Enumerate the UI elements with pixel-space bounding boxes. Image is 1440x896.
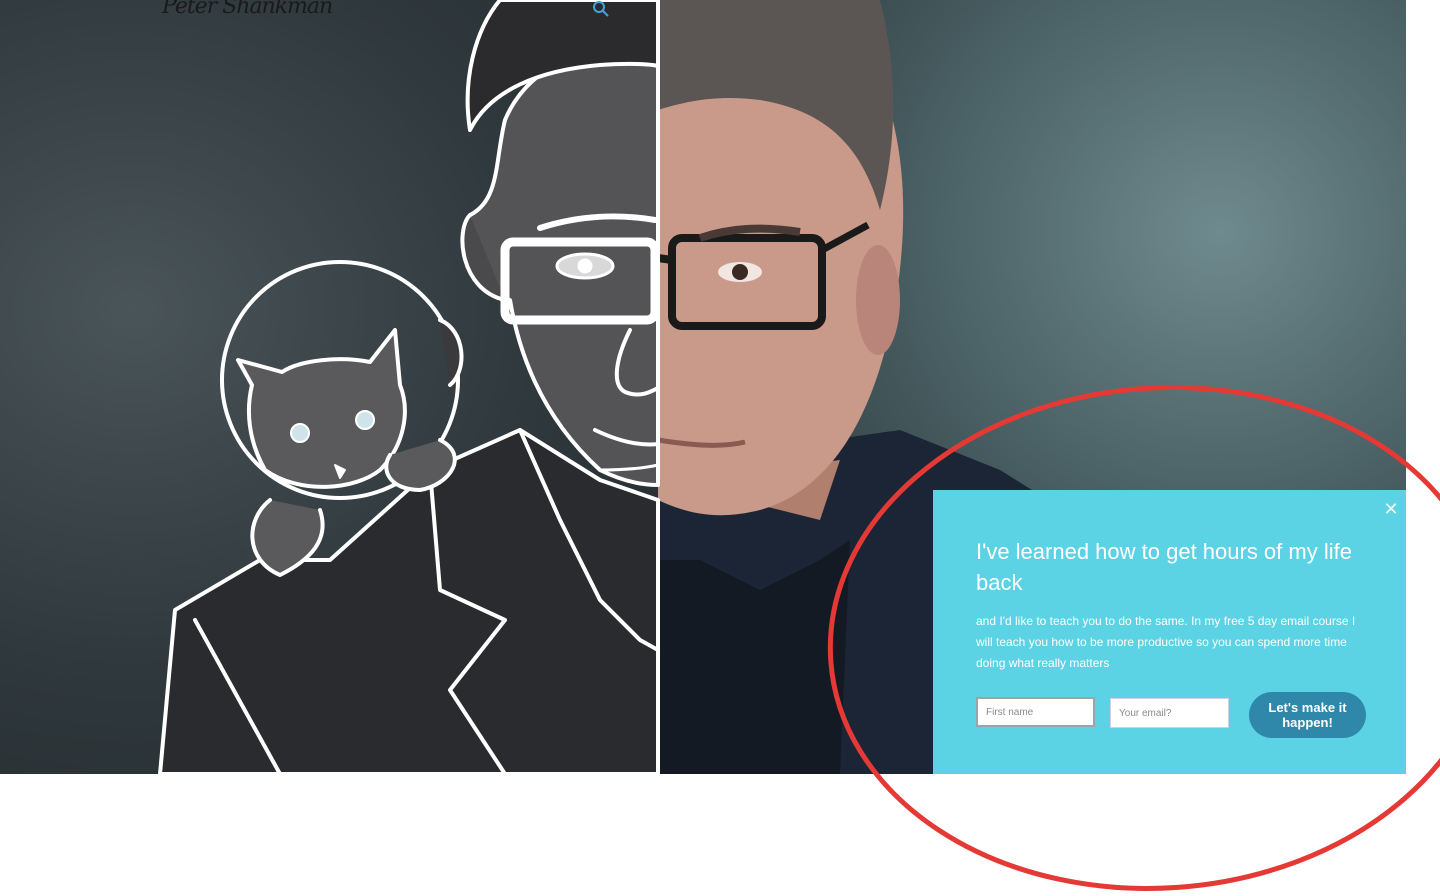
email-field[interactable] [1110, 698, 1229, 728]
illustration [158, 0, 660, 774]
close-icon[interactable]: ✕ [1382, 500, 1400, 518]
popup-description: and I'd like to teach you to do the same… [976, 614, 1356, 670]
hero-banner: Peter Shankman ✕ I've learned how to get… [0, 0, 1406, 774]
email-signup-popup: ✕ I've learned how to get hours of my li… [933, 490, 1406, 774]
submit-button[interactable]: Let's make it happen! [1249, 692, 1366, 738]
search-icon[interactable] [592, 0, 610, 18]
first-name-field[interactable] [976, 697, 1095, 727]
site-logo[interactable]: Peter Shankman [162, 0, 333, 19]
popup-title: I've learned how to get hours of my life… [976, 539, 1352, 595]
